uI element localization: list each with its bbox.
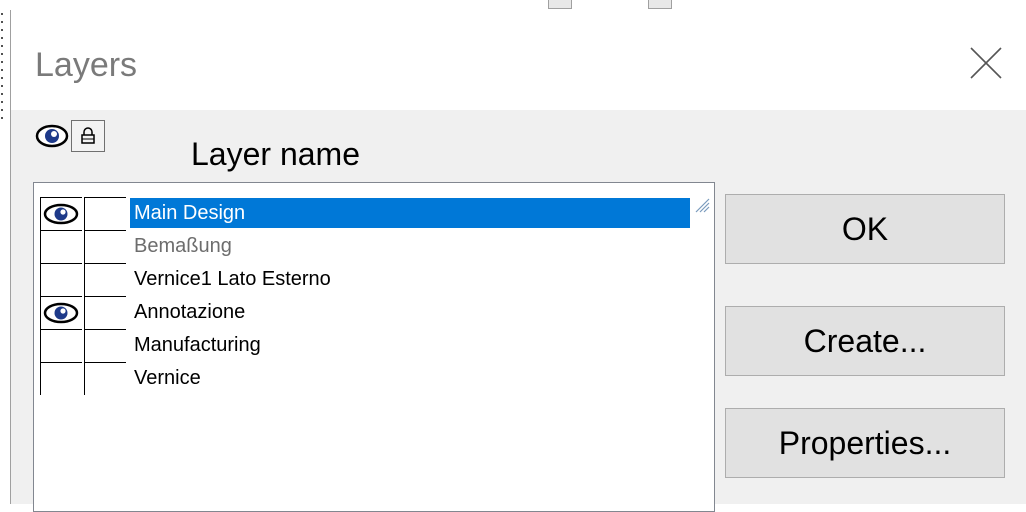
layer-name: Annotazione: [134, 301, 246, 323]
lock-icon: [71, 120, 105, 152]
layer-row[interactable]: Bemaßung: [34, 230, 714, 263]
layers-dialog: Layers Layer name Main Design Bemaßung Ver…: [10, 10, 1026, 512]
layer-lock-toggle[interactable]: [84, 296, 126, 329]
background-control: [648, 0, 672, 9]
layer-lock-toggle[interactable]: [84, 263, 126, 296]
layer-name: Vernice: [134, 367, 201, 389]
layer-name: Bemaßung: [134, 235, 232, 257]
background-control: [548, 0, 572, 9]
layer-visibility-toggle[interactable]: [40, 329, 82, 362]
layer-lock-toggle[interactable]: [84, 329, 126, 362]
properties-button[interactable]: Properties...: [725, 408, 1005, 478]
eye-icon: [35, 124, 69, 148]
layer-name: Vernice1 Lato Esterno: [134, 268, 331, 290]
close-icon[interactable]: [969, 46, 1003, 80]
background-ruler-dots: [0, 10, 4, 120]
layer-name: Main Design: [130, 198, 690, 228]
layer-visibility-toggle[interactable]: [40, 296, 82, 329]
layer-row[interactable]: Manufacturing: [34, 329, 714, 362]
layer-row[interactable]: Vernice1 Lato Esterno: [34, 263, 714, 296]
eye-icon: [43, 302, 79, 324]
layer-row[interactable]: Annotazione: [34, 296, 714, 329]
layer-visibility-toggle[interactable]: [40, 197, 82, 230]
title-bar[interactable]: Layers: [11, 10, 1026, 110]
layer-lock-toggle[interactable]: [84, 230, 126, 263]
layer-lock-toggle[interactable]: [84, 362, 126, 395]
dialog-title: Layers: [35, 46, 138, 84]
eye-icon: [43, 203, 79, 225]
layer-name: Manufacturing: [134, 334, 261, 356]
create-button[interactable]: Create...: [725, 306, 1005, 376]
layer-lock-toggle[interactable]: [84, 197, 126, 230]
ok-button[interactable]: OK: [725, 194, 1005, 264]
layer-row[interactable]: Main Design: [34, 197, 714, 230]
background-window-strip: [0, 0, 1026, 10]
layer-row[interactable]: Vernice: [34, 362, 714, 395]
layer-visibility-toggle[interactable]: [40, 263, 82, 296]
layer-name-column-header: Layer name: [191, 136, 360, 172]
layer-list[interactable]: Main Design Bemaßung Vernice1 Lato Esterno…: [33, 182, 715, 512]
layer-visibility-toggle[interactable]: [40, 230, 82, 263]
layer-visibility-toggle[interactable]: [40, 362, 82, 395]
